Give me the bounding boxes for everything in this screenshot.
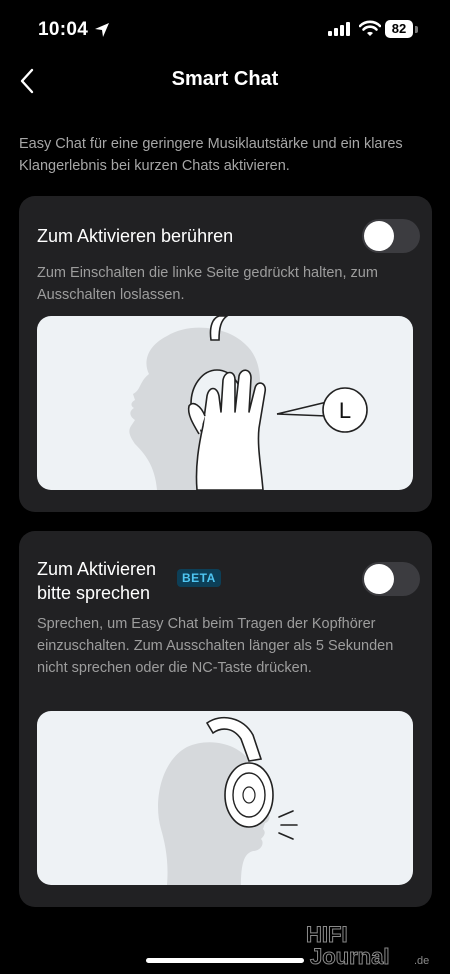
svg-text:Journal: Journal: [310, 944, 389, 969]
status-time: 10:04: [38, 19, 89, 40]
touch-activation-title: Zum Aktivieren berühren: [37, 226, 234, 246]
wifi-icon: [359, 20, 381, 36]
battery-icon: 82: [385, 20, 413, 38]
home-indicator[interactable]: [146, 958, 304, 963]
toggle-knob: [364, 221, 394, 251]
touch-activation-card: Zum Aktivieren berühren Zum Einschalten …: [19, 196, 432, 512]
svg-text:.de: .de: [414, 955, 429, 967]
touch-activation-toggle[interactable]: [362, 219, 420, 253]
touch-illustration: L: [37, 316, 413, 490]
beta-badge: BETA: [177, 569, 221, 587]
hifi-journal-logo: HIFI Journal .de: [306, 922, 429, 970]
speak-illustration: [37, 711, 413, 885]
intro-text: Easy Chat für eine geringere Musiklautst…: [19, 136, 403, 174]
cellular-signal-icon: [328, 22, 350, 36]
page-title: Smart Chat: [171, 68, 279, 90]
battery-tip: [415, 26, 418, 33]
touch-activation-description: Zum Einschalten die linke Seite gedrückt…: [37, 265, 378, 303]
toggle-knob: [364, 564, 394, 594]
status-bar: 10:04 82: [0, 0, 450, 60]
speak-activation-card: Zum Aktivieren bitte sprechen BETA Sprec…: [19, 531, 432, 907]
speak-activation-toggle[interactable]: [362, 562, 420, 596]
nav-bar: Smart Chat: [0, 58, 450, 104]
bubble-label: L: [339, 398, 351, 423]
speak-activation-title: Zum Aktivieren bitte sprechen: [37, 559, 157, 603]
speak-activation-description: Sprechen, um Easy Chat beim Tragen der K…: [37, 616, 394, 676]
location-arrow-icon: [95, 23, 109, 37]
